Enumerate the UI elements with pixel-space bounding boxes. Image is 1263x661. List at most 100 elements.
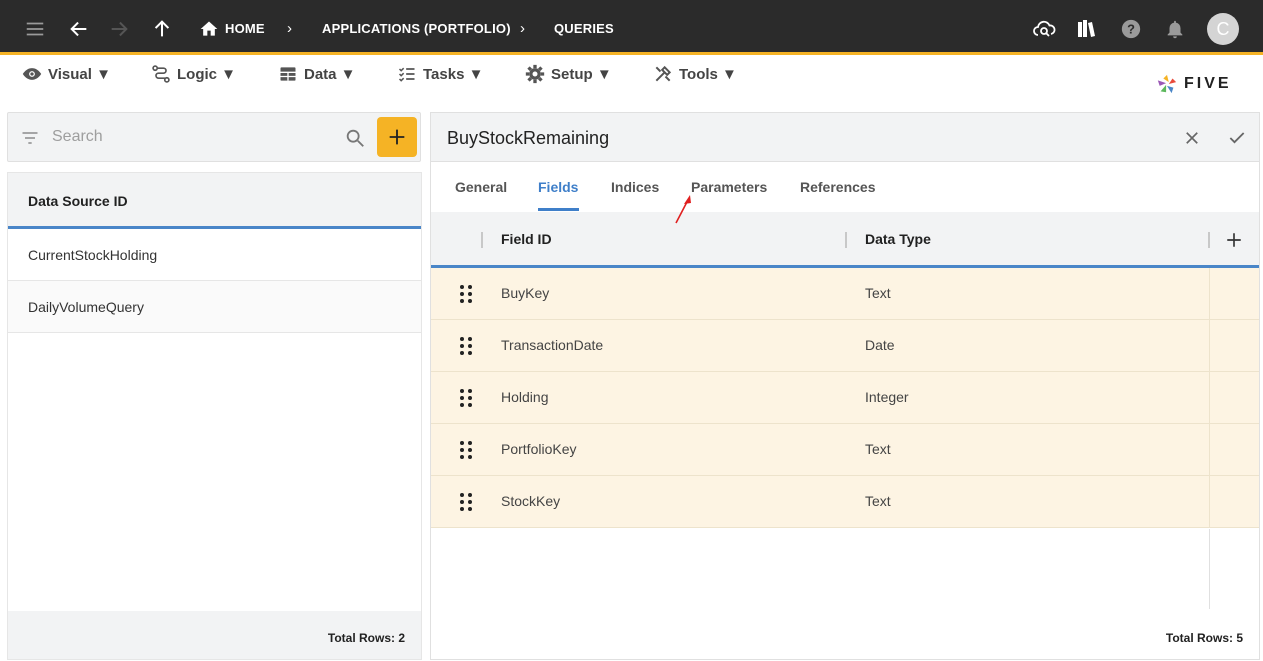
- five-logo: FIVE: [1156, 73, 1232, 95]
- list-item-label: DailyVolumeQuery: [28, 299, 144, 315]
- grid-column-divider: [1209, 529, 1210, 609]
- tab-general[interactable]: General: [455, 179, 507, 195]
- table-row[interactable]: PortfolioKey Text: [431, 424, 1259, 476]
- top-bar: HOME › APPLICATIONS (PORTFOLIO) › QUERIE…: [0, 0, 1263, 55]
- table-row[interactable]: Holding Integer: [431, 372, 1259, 424]
- column-separator: [845, 232, 847, 248]
- tools-icon: [655, 65, 672, 82]
- help-icon[interactable]: ?: [1119, 17, 1143, 41]
- close-icon[interactable]: [1183, 129, 1201, 147]
- breadcrumb-applications[interactable]: APPLICATIONS (PORTFOLIO): [322, 21, 511, 36]
- drag-handle-icon[interactable]: [459, 284, 473, 304]
- cell-data-type: Text: [865, 493, 891, 509]
- cloud-search-icon[interactable]: [1032, 17, 1056, 41]
- row-divider: [1209, 424, 1210, 476]
- cell-data-type: Date: [865, 337, 895, 353]
- table-row[interactable]: BuyKey Text: [431, 268, 1259, 320]
- row-divider: [1209, 476, 1210, 528]
- breadcrumb-home[interactable]: HOME: [225, 21, 265, 36]
- page-title: BuyStockRemaining: [447, 128, 610, 148]
- logic-icon: [152, 65, 170, 83]
- list-item[interactable]: CurrentStockHolding: [8, 229, 421, 281]
- list-footer: Total Rows: 2: [8, 611, 421, 659]
- svg-text:?: ?: [1127, 22, 1135, 37]
- cell-data-type: Integer: [865, 389, 909, 405]
- menu-bar: Visual ▼ Logic ▼ Data ▼ Tasks ▼ Setup ▼ …: [0, 55, 1263, 111]
- list-item-label: CurrentStockHolding: [28, 247, 158, 263]
- active-tab-indicator: [538, 208, 579, 211]
- row-divider: [1209, 268, 1210, 320]
- chevron-right-icon: ›: [520, 20, 525, 37]
- five-logo-icon: [1157, 74, 1177, 94]
- column-separator: [1208, 232, 1210, 248]
- menu-logic-label: Logic ▼: [177, 65, 237, 83]
- row-divider: [1209, 372, 1210, 424]
- avatar[interactable]: C: [1207, 13, 1239, 45]
- table-icon: [280, 67, 296, 81]
- menu-logic[interactable]: Logic ▼: [151, 63, 236, 85]
- cell-data-type: Text: [865, 441, 891, 457]
- list-item[interactable]: DailyVolumeQuery: [8, 281, 421, 333]
- forward-arrow-icon[interactable]: [107, 17, 131, 41]
- up-arrow-icon[interactable]: [150, 17, 174, 41]
- tab-indices[interactable]: Indices: [611, 179, 659, 195]
- column-separator: [481, 232, 483, 248]
- menu-visual-label: Visual ▼: [48, 65, 111, 83]
- cell-field-id: BuyKey: [501, 285, 550, 301]
- menu-data-label: Data ▼: [304, 65, 356, 83]
- home-icon[interactable]: [197, 17, 221, 41]
- cell-field-id: PortfolioKey: [501, 441, 577, 457]
- cell-data-type: Text: [865, 285, 891, 301]
- data-source-list: Data Source ID CurrentStockHolding Daily…: [7, 172, 422, 660]
- table-row[interactable]: StockKey Text: [431, 476, 1259, 528]
- plus-icon: [389, 129, 405, 145]
- add-button[interactable]: [377, 117, 417, 157]
- tab-parameters[interactable]: Parameters: [691, 179, 767, 195]
- table-row[interactable]: TransactionDate Date: [431, 320, 1259, 372]
- search-input[interactable]: [52, 125, 332, 149]
- breadcrumb-queries[interactable]: QUERIES: [554, 21, 614, 36]
- drag-handle-icon[interactable]: [459, 440, 473, 460]
- total-rows: Total Rows: 5: [1165, 631, 1243, 645]
- drag-handle-icon[interactable]: [459, 336, 473, 356]
- column-header-field-id[interactable]: Field ID: [501, 231, 552, 247]
- list-header[interactable]: Data Source ID: [8, 173, 421, 229]
- menu-tasks-label: Tasks ▼: [423, 65, 484, 83]
- add-field-icon[interactable]: [1225, 231, 1243, 249]
- total-rows: Total Rows: 2: [327, 631, 405, 645]
- record-title-bar: BuyStockRemaining: [431, 113, 1259, 162]
- menu-icon[interactable]: [23, 17, 47, 41]
- annotation-arrow: [675, 195, 691, 224]
- cell-field-id: TransactionDate: [501, 337, 604, 353]
- row-divider: [1209, 320, 1210, 372]
- tab-fields[interactable]: Fields: [538, 179, 578, 195]
- search-bar: [7, 112, 421, 162]
- gear-icon: [525, 64, 545, 84]
- drag-handle-icon[interactable]: [459, 388, 473, 408]
- column-header-data-source-id: Data Source ID: [28, 193, 128, 209]
- menu-tools-label: Tools ▼: [679, 65, 737, 83]
- record-panel: BuyStockRemaining General Fields Indices…: [430, 112, 1260, 660]
- menu-setup[interactable]: Setup ▼: [525, 63, 612, 85]
- chevron-right-icon: ›: [287, 20, 292, 37]
- eye-icon: [22, 68, 42, 80]
- check-icon[interactable]: [1227, 128, 1247, 148]
- drag-handle-icon[interactable]: [459, 492, 473, 512]
- menu-setup-label: Setup ▼: [551, 65, 612, 83]
- checklist-icon: [398, 67, 415, 82]
- search-icon[interactable]: [344, 127, 366, 149]
- menu-data[interactable]: Data ▼: [278, 63, 356, 85]
- menu-tools[interactable]: Tools ▼: [653, 63, 737, 85]
- column-header-data-type[interactable]: Data Type: [865, 231, 931, 247]
- menu-visual[interactable]: Visual ▼: [22, 63, 111, 85]
- grid-header: Field ID Data Type: [431, 212, 1259, 268]
- menu-tasks[interactable]: Tasks ▼: [397, 63, 483, 85]
- tab-references[interactable]: References: [800, 179, 876, 195]
- bell-icon[interactable]: [1163, 17, 1187, 41]
- cell-field-id: Holding: [501, 389, 549, 405]
- back-arrow-icon[interactable]: [67, 17, 91, 41]
- logo-text: FIVE: [1184, 75, 1232, 92]
- library-icon[interactable]: [1075, 17, 1099, 41]
- filter-icon[interactable]: [20, 128, 40, 148]
- tab-bar: General Fields Indices Parameters Refere…: [431, 162, 1259, 212]
